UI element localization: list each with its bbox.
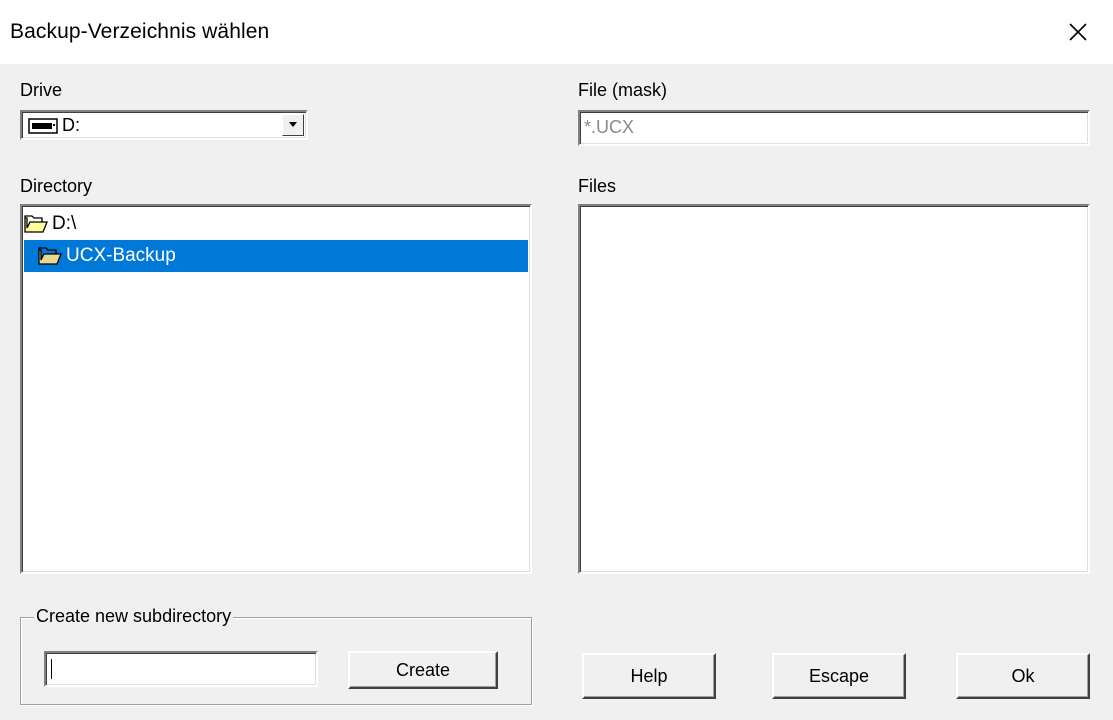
new-subdirectory-input[interactable]: [44, 651, 318, 687]
directory-item-ucx-backup[interactable]: UCX-Backup: [24, 240, 528, 272]
drive-select[interactable]: D:: [20, 110, 308, 140]
directory-item-label: D:\: [52, 213, 77, 234]
title-bar: Backup-Verzeichnis wählen: [0, 0, 1113, 64]
file-mask-label: File (mask): [578, 80, 667, 100]
folder-open-icon: [24, 215, 48, 233]
directory-item-label: UCX-Backup: [66, 245, 176, 266]
window-title: Backup-Verzeichnis wählen: [10, 20, 270, 43]
create-subdirectory-legend: Create new subdirectory: [34, 606, 234, 627]
escape-button[interactable]: Escape: [772, 653, 906, 699]
ok-button[interactable]: Ok: [956, 653, 1090, 699]
folder-open-icon: [38, 247, 62, 265]
file-mask-value: *.UCX: [584, 117, 635, 137]
file-mask-field[interactable]: *.UCX: [578, 110, 1090, 146]
chevron-down-icon: [289, 122, 297, 127]
drive-select-value: D:: [62, 115, 80, 135]
text-caret: [51, 659, 52, 679]
files-list[interactable]: [578, 204, 1090, 574]
drive-dropdown-button[interactable]: [282, 114, 304, 136]
drive-icon: [28, 117, 58, 134]
directory-label: Directory: [20, 176, 93, 196]
create-button[interactable]: Create: [348, 651, 498, 689]
directory-item-root[interactable]: D:\: [24, 208, 528, 240]
help-button[interactable]: Help: [582, 653, 716, 699]
drive-select-value-wrap: D:: [28, 115, 80, 136]
close-icon: [1069, 23, 1087, 41]
close-button[interactable]: [1043, 0, 1113, 64]
directory-list[interactable]: D:\ UCX-Backup: [20, 204, 532, 574]
drive-label: Drive: [20, 80, 63, 100]
files-label: Files: [578, 176, 617, 196]
